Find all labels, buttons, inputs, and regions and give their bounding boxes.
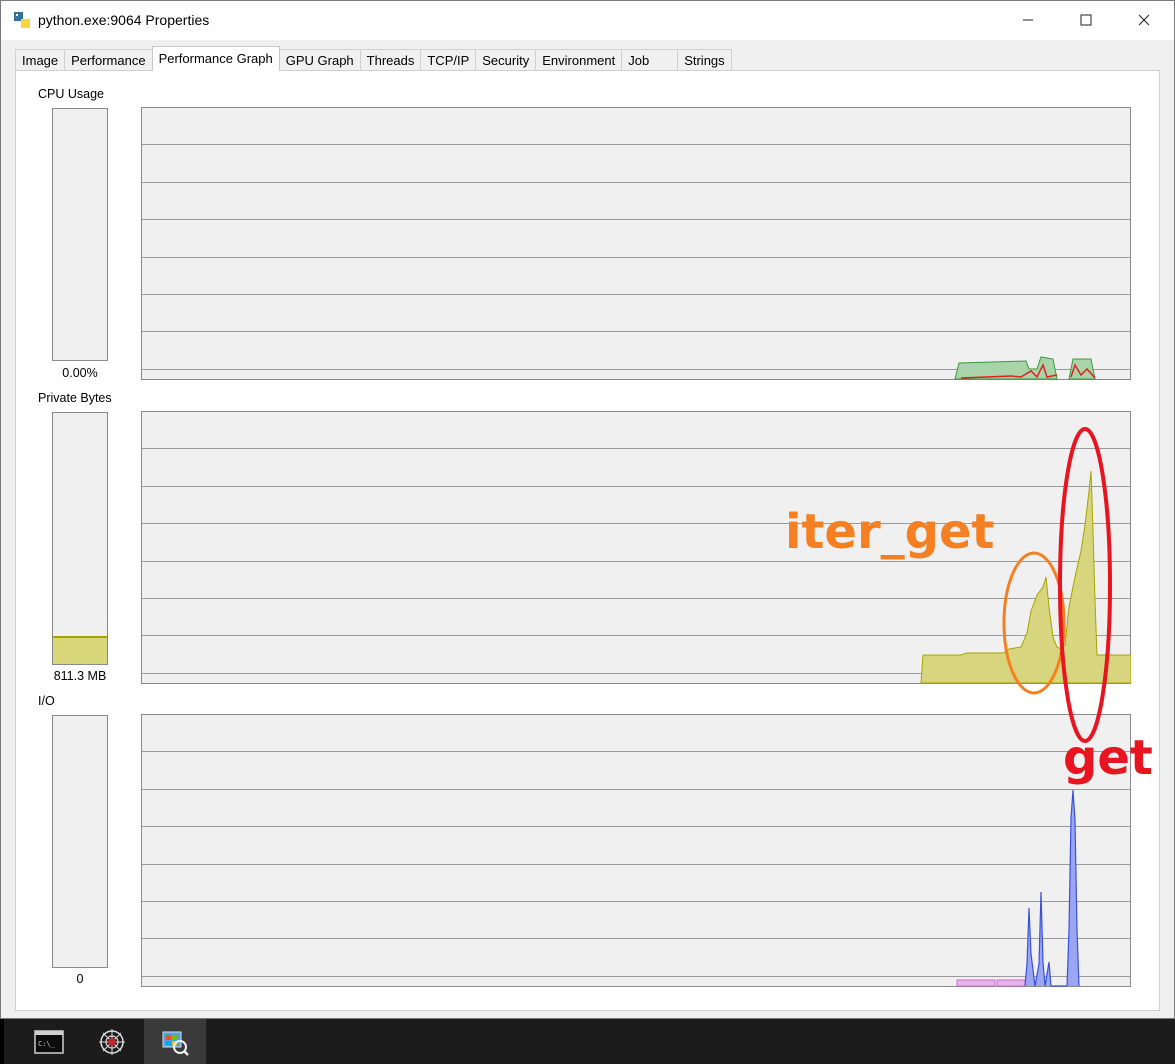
get-annotation: get [1063,730,1153,786]
spider-icon [99,1028,125,1055]
svg-text:C:\_: C:\_ [38,1040,56,1048]
taskbar-edge [0,1019,4,1064]
iter-get-annotation: iter_get [785,504,995,560]
terminal-icon: C:\_ [34,1029,64,1054]
process-explorer-icon [162,1031,189,1056]
taskbar-terminal[interactable]: C:\_ [18,1019,80,1064]
taskbar-process-explorer[interactable] [144,1019,206,1064]
get-highlight-ellipse [1058,427,1112,743]
taskbar-spider-app[interactable] [81,1019,143,1064]
taskbar: C:\_ [0,1019,1175,1064]
annotation-overlay [1002,427,1112,743]
iter-get-highlight-ellipse [1002,551,1066,695]
tab-performance-graph[interactable]: Performance Graph [151,46,280,71]
